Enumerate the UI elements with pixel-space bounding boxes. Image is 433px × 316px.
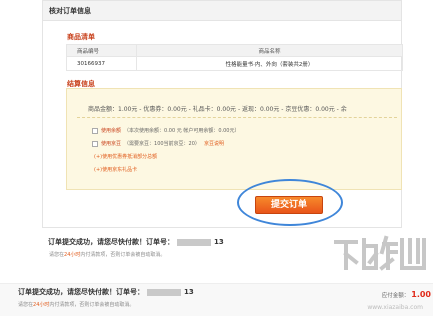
- order-result-1: 订单提交成功，请您尽快付款！订单号： 13 请您在24小时内付清款项，否则订单会被…: [42, 231, 342, 258]
- note-deadline: 24小时: [64, 252, 81, 258]
- jingdou-help-link[interactable]: 京豆说明: [204, 141, 224, 147]
- use-jingdou-checkbox[interactable]: [92, 140, 98, 147]
- result-title-text: 订单提交成功，请您尽快付款！订单号：: [18, 288, 144, 296]
- product-name-cell[interactable]: 性格能量书·内、外向（套装共2册）: [136, 56, 403, 71]
- watermark-caption: www.xiazaiba.com: [367, 304, 423, 311]
- jingdou-detail: （需要京豆：100当前京豆：20）: [124, 141, 200, 147]
- table-row: 30166937 性格能量书·内、外向（套装共2册）: [66, 56, 403, 71]
- items-section-title: 商品清单: [67, 33, 95, 41]
- note-deadline: 24小时: [33, 302, 50, 308]
- use-jingdou-label[interactable]: 使用京豆: [101, 141, 121, 147]
- use-jingdou-option[interactable]: 使用京豆 （需要京豆：100当前京豆：20） 京豆说明: [92, 140, 224, 147]
- result-title: 订单提交成功，请您尽快付款！订单号： 13: [18, 287, 194, 297]
- note-suffix: 内付清款项，否则订单会被自动取消。: [49, 302, 135, 308]
- use-coupon-link[interactable]: (+)使用优惠券抵消部分总额: [94, 153, 157, 160]
- balance-detail: （本次使用余额：0.00 元 帐户可用余额：0.00元）: [124, 128, 240, 134]
- use-balance-checkbox[interactable]: [92, 127, 98, 134]
- payment-note: 请您在24小时内付清款项，否则订单会被自动取消。: [49, 251, 342, 258]
- note-suffix: 内付清款项，否则订单会被自动取消。: [80, 252, 166, 258]
- result-title-text: 订单提交成功，请您尽快付款！订单号：: [48, 238, 174, 246]
- result-title: 订单提交成功，请您尽快付款！订单号： 13: [48, 237, 342, 247]
- settlement-box: 商品金额：1.00元 - 优惠券：0.00元 - 礼品卡：0.00元 - 返现：…: [66, 88, 402, 190]
- order-number-tail: 13: [184, 288, 194, 296]
- order-number-redacted: [147, 288, 181, 296]
- col-header-name: 商品名称: [136, 44, 403, 57]
- panel-title: 核对订单信息: [43, 1, 401, 21]
- use-balance-label[interactable]: 使用余额: [101, 128, 121, 134]
- use-giftcard-link[interactable]: (+)使用京东礼品卡: [94, 166, 137, 173]
- amount-breakdown: 商品金额：1.00元 - 优惠券：0.00元 - 礼品卡：0.00元 - 返现：…: [88, 106, 347, 113]
- note-prefix: 请您在: [18, 302, 34, 308]
- submit-order-button[interactable]: 提交订单: [255, 196, 323, 214]
- order-number-tail: 13: [214, 238, 224, 246]
- divider: [77, 117, 397, 118]
- col-header-sku: 商品编号: [66, 44, 137, 57]
- note-prefix: 请您在: [49, 252, 65, 258]
- use-balance-option[interactable]: 使用余额 （本次使用余额：0.00 元 帐户可用余额：0.00元）: [92, 127, 239, 134]
- watermark-logo: [334, 235, 426, 271]
- payment-note: 请您在24小时内付清款项，否则订单会被自动取消。: [18, 301, 194, 308]
- order-number-redacted: [177, 238, 211, 246]
- sku-cell: 30166937: [66, 56, 137, 71]
- items-table: 商品编号 商品名称 30166937 性格能量书·内、外向（套装共2册）: [66, 44, 403, 71]
